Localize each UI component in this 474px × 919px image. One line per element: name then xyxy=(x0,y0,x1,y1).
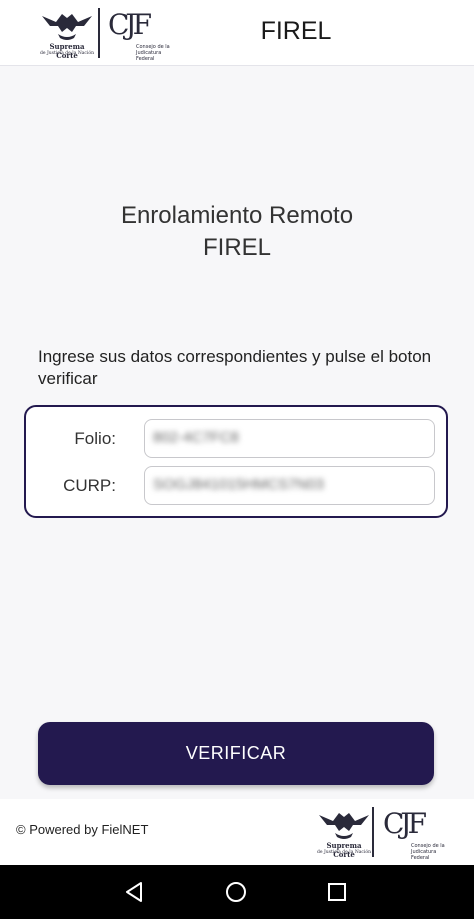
powered-by-text: © Powered by FielNET xyxy=(16,822,149,837)
verify-button[interactable]: VERIFICAR xyxy=(38,722,434,785)
curp-value: SOGJ841015HMCS7N03 xyxy=(153,476,324,493)
footer-cjf-logo: CJF Consejo de la Judicatura Federal xyxy=(383,807,445,861)
recents-icon[interactable] xyxy=(320,875,354,909)
main-heading: Enrolamiento Remoto FIREL xyxy=(0,200,474,264)
footer-cjf-mark: CJF xyxy=(383,807,427,840)
cjf-mark: CJF xyxy=(108,8,152,41)
main-heading-line2: FIREL xyxy=(202,234,271,261)
curp-input[interactable]: SOGJ841015HMCS7N03 xyxy=(144,466,435,505)
home-icon[interactable] xyxy=(219,875,253,909)
enrollment-form: Folio: 802-4C7FC8 CURP: SOGJ841015HMCS7N… xyxy=(24,405,448,518)
scjn-subname: de Justicia de la Nación xyxy=(39,51,95,56)
footer-scjn-subname: de Justicia de la Nación xyxy=(316,850,372,855)
app-header: Suprema Corte de Justicia de la Nación C… xyxy=(0,0,474,66)
folio-input[interactable]: 802-4C7FC8 xyxy=(144,419,435,458)
instructions-text: Ingrese sus datos correspondientes y pul… xyxy=(38,347,432,388)
footer-eagle-emblem-icon xyxy=(319,813,369,839)
page-title: FIREL xyxy=(260,17,332,45)
back-icon[interactable] xyxy=(117,875,151,909)
cjf-logo: CJF Consejo de la Judicatura Federal xyxy=(108,8,170,62)
app-footer: © Powered by FielNET Suprema Corte de Ju… xyxy=(0,799,474,865)
curp-label: CURP: xyxy=(63,476,116,495)
footer-logo-divider xyxy=(372,807,374,857)
footer-cjf-subname: Consejo de la Judicatura Federal xyxy=(411,843,445,861)
main-heading-line1: Enrolamiento Remoto xyxy=(120,202,354,229)
folio-value: 802-4C7FC8 xyxy=(153,429,239,446)
cjf-subname: Consejo de la Judicatura Federal xyxy=(136,44,170,62)
scjn-logo: Suprema Corte de Justicia de la Nación xyxy=(38,8,96,60)
system-navigation-bar xyxy=(0,865,474,919)
folio-label: Folio: xyxy=(74,429,116,448)
footer-scjn-logo: Suprema Corte de Justicia de la Nación xyxy=(315,807,373,859)
logo-divider xyxy=(98,8,100,58)
eagle-emblem-icon xyxy=(42,14,92,40)
